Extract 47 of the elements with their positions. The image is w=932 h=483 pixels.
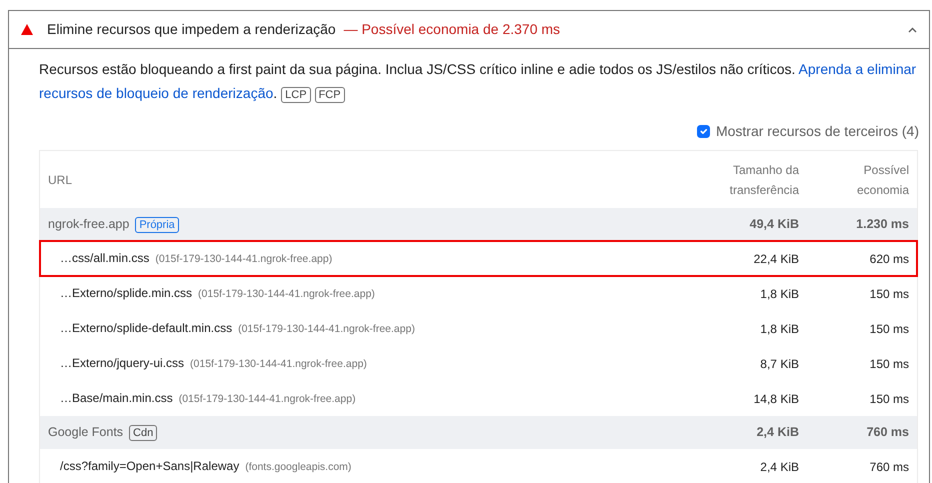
group-name: ngrok-free.app [48,216,130,234]
resource-url: …Externo/splide.min.css [60,285,192,302]
savings-time: 150 ms [870,356,909,370]
transfer-size: 22,4 KiB [754,252,799,266]
metric-tag: LCP [281,87,311,103]
checkbox-label: Mostrar recursos de terceiros (4) [716,122,919,141]
collapse-icon[interactable] [908,26,917,32]
savings-time: 760 ms [870,460,909,474]
group-name: Google Fonts [48,424,124,442]
savings-time: 620 ms [870,252,909,266]
savings-time: 150 ms [870,322,909,336]
resource-host: (015f-179-130-144-41.ngrok-free.app) [178,392,356,408]
description-text: Recursos estão bloqueando a first paint da sua página. Inclua JS/CSS crítico inline e adie todos os JS/estilos não críticos. [39,61,796,77]
third-party-checkbox[interactable] [696,125,710,138]
transfer-size: 14,8 KiB [754,392,799,406]
resource-host: (015f-179-130-144-41.ngrok-free.app) [238,322,415,338]
column-header: Tamanho da transferência [730,162,799,196]
learn-more-link[interactable]: Aprenda a eliminar [798,61,916,77]
metric-tag: FCP [314,87,345,103]
audit-title: Elimine recursos que impedem a renderização [47,20,336,39]
resource-url: …Externo/jquery-ui.css [60,355,184,372]
resource-host: (015f-179-130-144-41.ngrok-free.app) [190,357,367,372]
transfer-size: 2,4 KiB [760,460,799,474]
entity-tag: Cdn [129,424,158,440]
resource-url: …Base/main.min.css [60,390,173,408]
resource-host: (015f-179-130-144-41.ngrok-free.app) [198,287,375,302]
savings-time: 150 ms [870,286,909,300]
resource-url: …Externo/splide-default.min.css [60,320,232,338]
group-size: 49,4 KiB [750,217,799,232]
transfer-size: 1,8 KiB [760,322,799,336]
group-savings: 1.230 ms [856,217,909,232]
group-savings: 760 ms [866,425,909,440]
learn-more-link[interactable]: recursos de bloqueio de renderização [39,85,274,101]
column-header: Possível economia [856,162,909,196]
column-header: URL [48,172,72,186]
resource-url: /css?family=Open+Sans|Raleway [60,458,240,476]
savings-time: 150 ms [870,392,909,406]
resource-url: …css/all.min.css [60,250,150,268]
resource-host: (fonts.googleapis.com) [245,460,352,476]
group-size: 2,4 KiB [756,425,799,440]
transfer-size: 1,8 KiB [760,286,799,300]
transfer-size: 8,7 KiB [760,356,799,370]
entity-tag: Própria [135,216,179,232]
punctuation: . [273,85,278,101]
audit-savings: — Possível economia de 2.370 ms [344,20,560,39]
warning-icon [21,24,33,35]
resource-host: (015f-179-130-144-41.ngrok-free.app) [155,252,332,268]
